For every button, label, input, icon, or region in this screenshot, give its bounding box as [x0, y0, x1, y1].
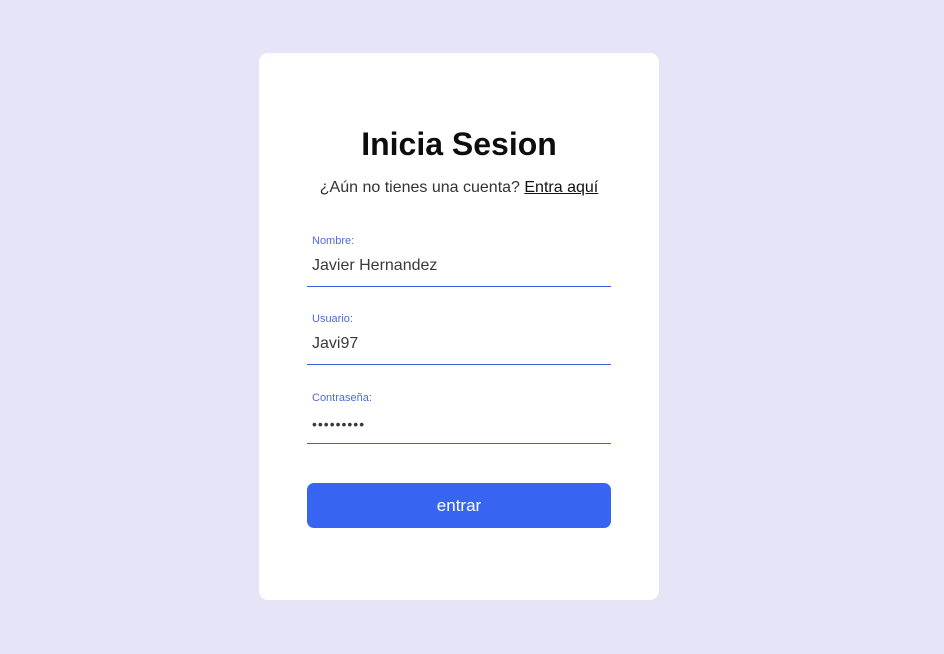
username-field[interactable]: Usuario: Javi97 [307, 312, 611, 365]
username-label: Usuario: [312, 313, 353, 325]
password-label: Contraseña: [312, 392, 372, 404]
password-field[interactable]: Contraseña: ••••••••• [307, 391, 611, 444]
password-input[interactable]: ••••••••• [312, 414, 606, 434]
signup-link[interactable]: Entra aquí [524, 179, 598, 196]
signup-prompt-text: ¿Aún no tienes una cuenta? [319, 179, 525, 196]
name-field[interactable]: Nombre: Javier Hernandez [307, 234, 611, 287]
page-title: Inicia Sesion [361, 126, 557, 162]
name-label: Nombre: [312, 235, 355, 247]
username-input[interactable]: Javi97 [312, 334, 606, 354]
login-card: Inicia Sesion ¿Aún no tienes una cuenta?… [259, 53, 659, 600]
signup-prompt: ¿Aún no tienes una cuenta? Entra aquí [259, 178, 659, 198]
submit-button[interactable]: entrar [307, 483, 611, 528]
name-input[interactable]: Javier Hernandez [312, 256, 606, 276]
